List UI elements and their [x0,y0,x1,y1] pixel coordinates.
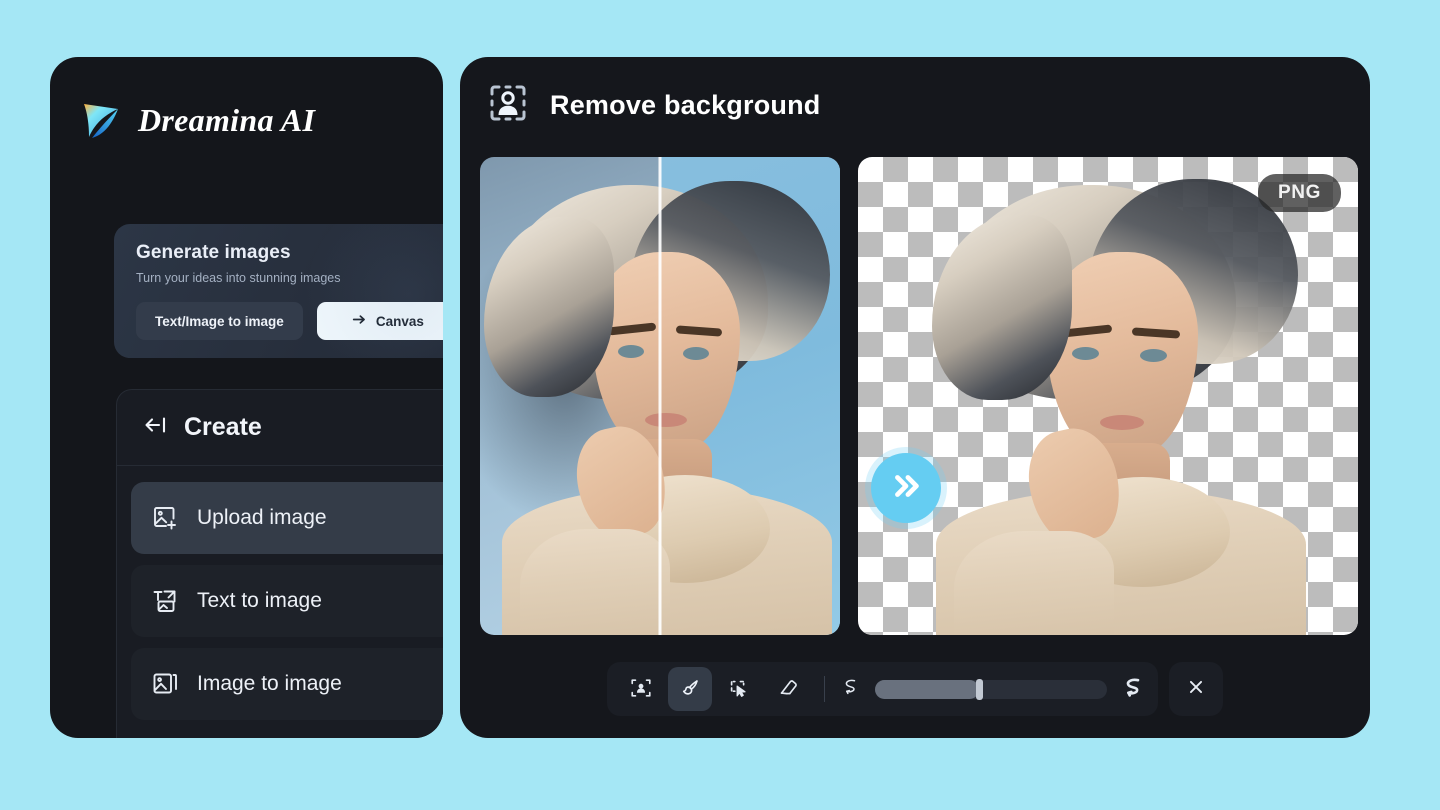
editor-toolbar [460,662,1370,716]
create-panel-header[interactable]: Create [117,390,443,466]
marquee-cursor-icon [727,676,751,703]
sidebar-item-text-to-image[interactable]: Text to image [131,565,443,637]
generate-images-actions: Text/Image to image Canvas [136,302,443,340]
sidebar-item-label: Upload image [197,506,327,529]
portrait-artwork-cutout [858,157,1358,635]
person-frame-icon-button[interactable] [619,667,663,711]
image-stack-icon [151,670,179,698]
toolbar-group [607,662,1158,716]
image-plus-icon [151,504,179,532]
app-window: Dreamina AI Generate images Turn your id… [0,0,1440,810]
format-badge: PNG [1258,174,1341,212]
eraser-icon [776,676,800,703]
small-stroke-icon[interactable] [839,675,862,703]
sidebar-item-upload-image[interactable]: Upload image [131,482,443,554]
canvas-button-label: Canvas [375,313,424,329]
transition-arrow-button[interactable] [871,453,941,523]
close-button[interactable] [1169,662,1223,716]
toolbar-divider [824,676,825,702]
preview-area: PNG [480,157,1358,691]
slider-thumb[interactable] [976,678,984,700]
generate-images-title: Generate images [136,242,291,263]
arrow-right-icon [352,312,367,330]
brand-header: Dreamina AI [50,57,443,153]
sidebar-item-label: Image to image [197,672,342,695]
close-x-icon [1185,676,1207,703]
result-image[interactable]: PNG [858,157,1358,635]
before-after-divider[interactable] [658,157,662,635]
page-title: Remove background [550,89,821,120]
before-after-image[interactable] [480,157,840,635]
brush-size-slider[interactable] [875,678,1107,700]
person-cutout-icon [487,82,529,129]
main-panel: Remove background PNG [460,57,1370,738]
create-nav-list: Upload image Text to image Image to imag… [117,466,443,720]
generate-images-subtitle: Turn your ideas into stunning images [136,271,341,285]
slider-fill [875,679,980,699]
sidebar-panel: Dreamina AI Generate images Turn your id… [50,57,443,738]
text-image-to-image-button[interactable]: Text/Image to image [136,302,303,340]
canvas-button[interactable]: Canvas [316,302,443,340]
paintbrush-icon [678,676,702,703]
create-panel: Create Upload image Text to image Image … [116,389,443,738]
sidebar-item-image-to-image[interactable]: Image to image [131,648,443,720]
sidebar-item-label: Text to image [197,589,322,612]
generate-images-card: Generate images Turn your ideas into stu… [114,224,443,358]
dreamina-star-logo-icon [78,97,124,143]
collapse-panel-icon[interactable] [143,412,169,443]
lasso-select-tool-button[interactable] [717,667,761,711]
double-chevron-right-icon [887,467,925,510]
brush-size-control [839,674,1146,705]
create-panel-title: Create [184,413,262,441]
eraser-tool-button[interactable] [766,667,810,711]
large-stroke-icon[interactable] [1120,674,1146,705]
brush-tool-button[interactable] [668,667,712,711]
main-header: Remove background [460,57,1370,153]
brand-name: Dreamina AI [138,101,316,138]
person-frame-icon [629,676,653,703]
text-to-image-icon [151,587,179,615]
